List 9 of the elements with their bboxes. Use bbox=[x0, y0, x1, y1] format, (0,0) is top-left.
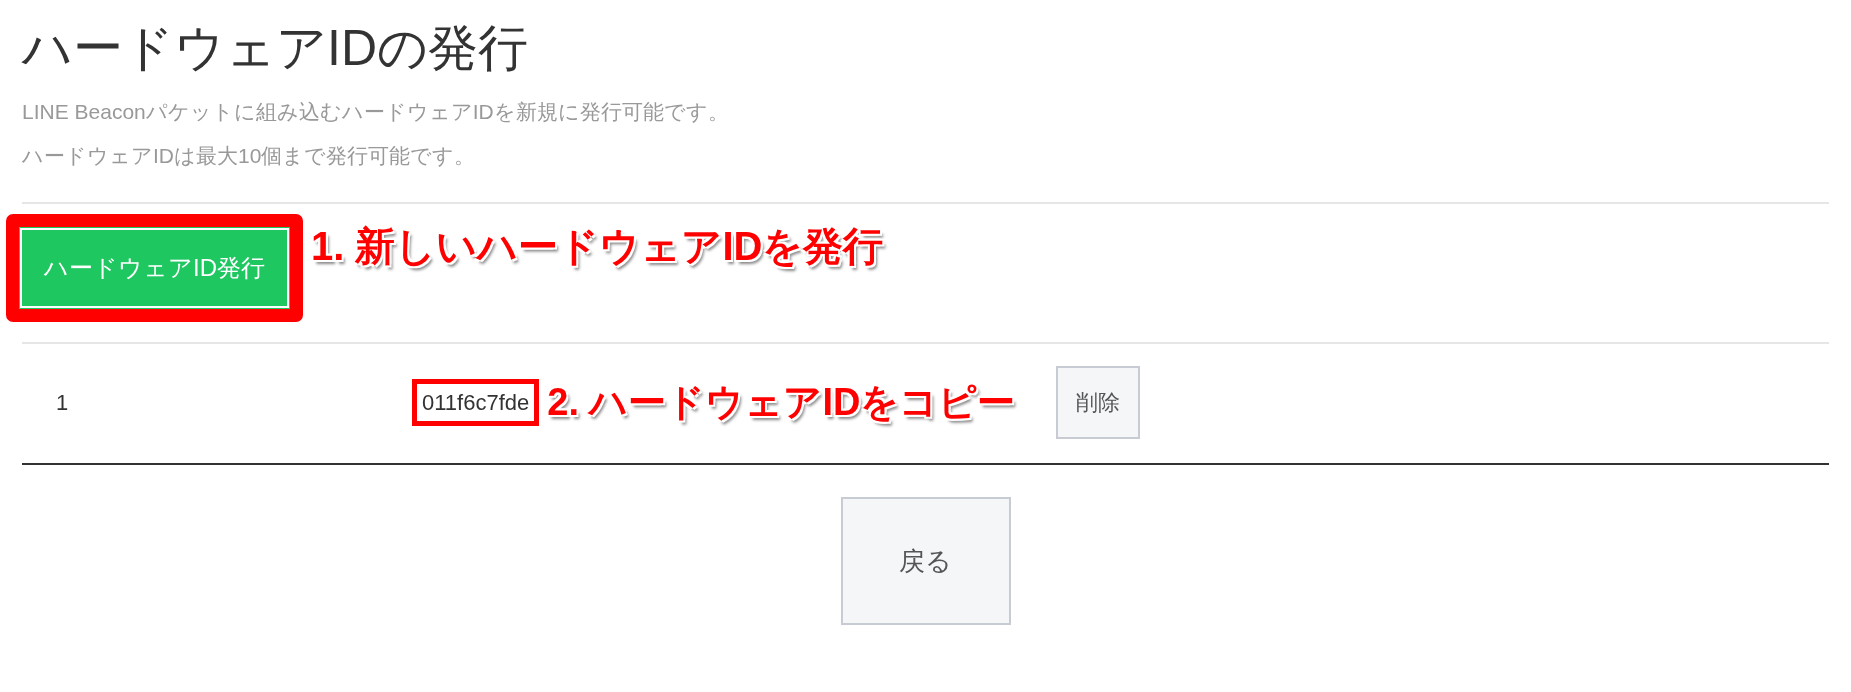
page-title: ハードウェアIDの発行 bbox=[22, 19, 529, 78]
annotation-text: 2. ハードウェアIDをコピー bbox=[547, 380, 1016, 425]
hardware-id: 011f6c7fde bbox=[412, 379, 540, 426]
description-text: LINE Beaconパケットに組み込むハードウェアIDを新規に発行可能です。 bbox=[22, 99, 730, 125]
annotation-text: 1. 新しいハードウェアIDを発行 bbox=[311, 223, 884, 270]
delete-button[interactable]: 削除 bbox=[1055, 366, 1140, 439]
description-text: ハードウェアIDは最大10個まで発行可能です。 bbox=[22, 143, 477, 169]
back-button[interactable]: 戻る bbox=[840, 497, 1011, 625]
row-number: 1 bbox=[55, 389, 70, 417]
